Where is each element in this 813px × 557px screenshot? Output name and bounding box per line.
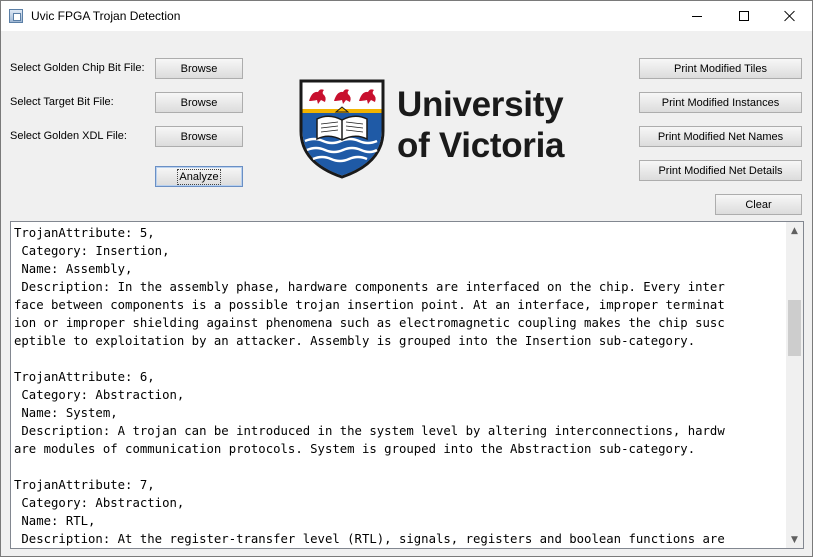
output-line: Category: Insertion, <box>14 244 170 258</box>
print-modified-tiles-label: Print Modified Tiles <box>674 62 767 75</box>
output-text: TrojanAttribute: 5, Category: Insertion,… <box>14 224 786 548</box>
output-line: face between components is a possible tr… <box>14 298 725 312</box>
print-modified-tiles-button[interactable]: Print Modified Tiles <box>639 58 802 79</box>
output-line: Description: At the register-transfer le… <box>14 532 725 546</box>
print-modified-net-names-label: Print Modified Net Names <box>657 130 784 143</box>
chevron-up-icon: ▲ <box>791 225 798 236</box>
title-bar[interactable]: Uvic FPGA Trojan Detection <box>1 1 812 31</box>
logo-text-line1: University <box>397 85 564 124</box>
minimize-button[interactable] <box>674 1 720 31</box>
minimize-icon <box>692 15 702 17</box>
print-modified-net-details-button[interactable]: Print Modified Net Details <box>639 160 802 181</box>
analyze-button[interactable]: Analyze <box>155 166 243 187</box>
browse-golden-chip-button[interactable]: Browse <box>155 58 243 79</box>
app-window: Uvic FPGA Trojan Detection Select Golden… <box>0 0 813 557</box>
output-line: eptible to exploitation by an attacker. … <box>14 334 696 348</box>
print-modified-instances-button[interactable]: Print Modified Instances <box>639 92 802 113</box>
logo-text-line2: of Victoria <box>397 126 565 165</box>
browse-golden-xdl-button[interactable]: Browse <box>155 126 243 147</box>
golden-chip-label: Select Golden Chip Bit File: <box>10 62 145 74</box>
close-icon <box>784 10 796 22</box>
output-line: Name: Assembly, <box>14 262 133 276</box>
print-modified-net-details-label: Print Modified Net Details <box>658 164 783 177</box>
clear-button[interactable]: Clear <box>715 194 802 215</box>
output-line: are modules of communication protocols. … <box>14 442 696 456</box>
clear-label: Clear <box>745 198 772 211</box>
output-line: Description: A trojan can be introduced … <box>14 424 725 438</box>
output-line: Name: RTL, <box>14 514 96 528</box>
print-modified-instances-label: Print Modified Instances <box>661 96 780 109</box>
browse-golden-chip-label: Browse <box>180 62 218 75</box>
app-icon <box>9 9 23 23</box>
university-logo: University of Victoria <box>299 79 599 179</box>
target-bit-label: Select Target Bit File: <box>10 96 114 108</box>
maximize-button[interactable] <box>721 1 767 31</box>
output-line: Description: In the assembly phase, hard… <box>14 280 725 294</box>
browse-golden-xdl-label: Browse <box>180 130 218 143</box>
browse-target-bit-label: Browse <box>180 96 218 109</box>
scroll-down-button[interactable]: ▼ <box>786 531 803 548</box>
golden-xdl-label: Select Golden XDL File: <box>10 130 127 142</box>
close-button[interactable] <box>767 1 813 31</box>
analyze-label: Analyze <box>177 168 221 185</box>
output-line: Category: Abstraction, <box>14 496 185 510</box>
output-line: Name: System, <box>14 406 118 420</box>
output-line: TrojanAttribute: 5, <box>14 226 155 240</box>
vertical-scrollbar[interactable]: ▲ ▼ <box>786 222 803 548</box>
output-text-area[interactable]: TrojanAttribute: 5, Category: Insertion,… <box>10 221 804 549</box>
output-line: TrojanAttribute: 6, <box>14 370 155 384</box>
browse-target-bit-button[interactable]: Browse <box>155 92 243 113</box>
scroll-thumb[interactable] <box>788 300 801 356</box>
maximize-icon <box>739 11 749 21</box>
print-modified-net-names-button[interactable]: Print Modified Net Names <box>639 126 802 147</box>
chevron-down-icon: ▼ <box>791 534 798 545</box>
window-title: Uvic FPGA Trojan Detection <box>31 9 181 23</box>
uvic-crest-icon <box>299 79 385 179</box>
output-line: ion or improper shielding against phenom… <box>14 316 725 330</box>
scroll-up-button[interactable]: ▲ <box>786 222 803 239</box>
output-line: TrojanAttribute: 7, <box>14 478 155 492</box>
output-line: Category: Abstraction, <box>14 388 185 402</box>
